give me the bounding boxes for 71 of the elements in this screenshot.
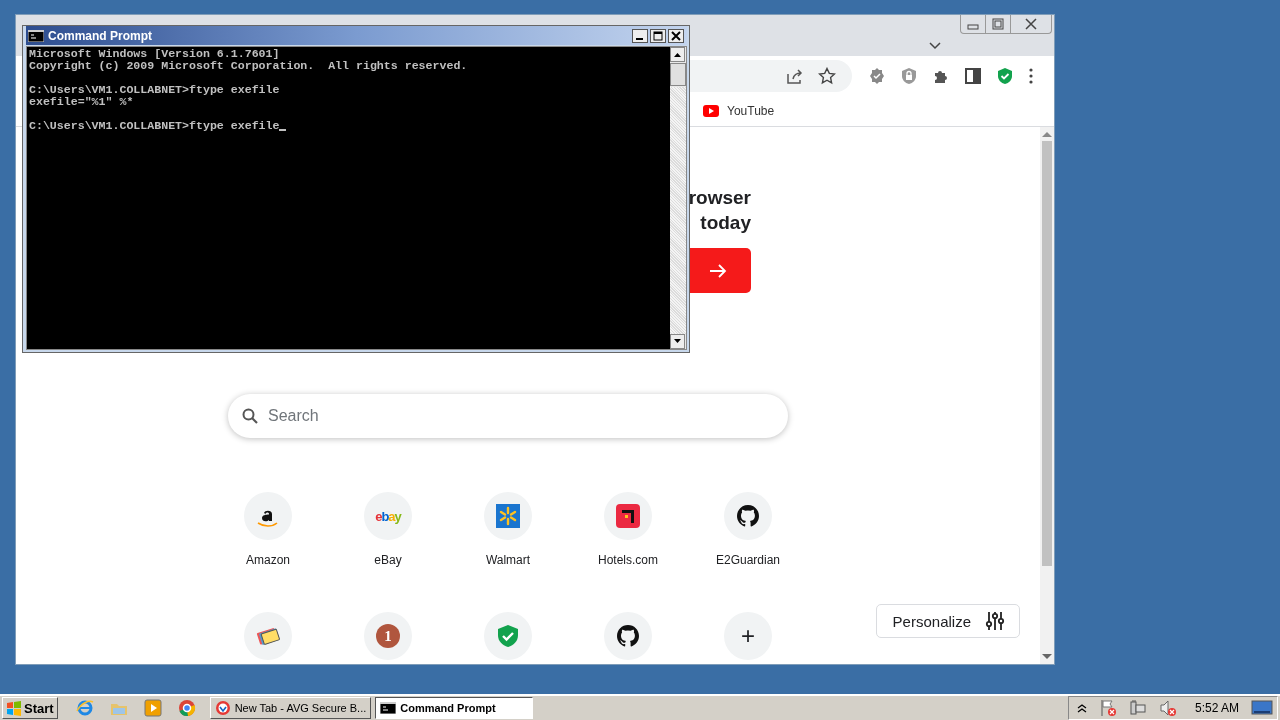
shield-lock-icon[interactable]	[900, 67, 918, 85]
start-button[interactable]: Start	[2, 697, 58, 719]
side-panel-icon[interactable]	[964, 67, 982, 85]
scroll-thumb[interactable]	[670, 63, 686, 86]
scroll-thumb[interactable]	[1042, 141, 1052, 566]
shortcut-label: eBay	[374, 553, 402, 567]
windows-flag-icon	[6, 700, 22, 716]
scroll-up-icon[interactable]	[670, 47, 686, 62]
share-icon[interactable]	[786, 67, 804, 85]
console-line: C:\Users\VM1.COLLABNET>ftype exefile	[29, 120, 280, 132]
personalize-button[interactable]: Personalize	[875, 604, 1020, 638]
monitor-icon[interactable]	[1251, 699, 1273, 717]
shortcut-label: Walmart	[485, 553, 531, 567]
shortcut-label: Hotels.com	[598, 553, 658, 567]
scrollbar[interactable]	[670, 47, 686, 349]
bookmark-link[interactable]: YouTube	[703, 104, 775, 118]
chevron-down-icon[interactable]	[928, 41, 942, 51]
shortcut-button[interactable]: ebay	[364, 492, 412, 540]
console-line: Copyright (c) 2009 Microsoft Corporation. All rights reserved.	[29, 60, 468, 72]
play-icon[interactable]	[143, 699, 162, 717]
minimize-icon[interactable]	[632, 28, 648, 43]
star-icon[interactable]	[818, 67, 836, 85]
taskbar-button[interactable]: New Tab - AVG Secure B...	[209, 697, 372, 719]
address-bar[interactable]	[690, 60, 852, 92]
hotel-sign-icon	[616, 504, 640, 528]
ebay-logo: ebay	[375, 508, 401, 524]
text-cursor	[279, 129, 287, 131]
spark-icon	[496, 504, 520, 528]
console-line: exefile="%1" %*	[29, 96, 134, 108]
shortcut-button[interactable]	[244, 492, 292, 540]
menu-icon[interactable]	[1028, 67, 1034, 85]
promo-text: today	[700, 211, 751, 235]
badge-check-icon[interactable]	[868, 67, 886, 85]
window-title: Command Prompt	[48, 28, 153, 43]
search-icon	[242, 408, 258, 424]
shortcut-button[interactable]: +	[724, 612, 772, 660]
globe-e-icon[interactable]	[75, 699, 94, 717]
promo-button[interactable]	[690, 248, 751, 293]
scrollbar[interactable]	[1040, 127, 1054, 664]
coin-icon: 1	[376, 624, 400, 648]
console-icon	[28, 29, 44, 42]
flag-error-icon[interactable]	[1098, 699, 1117, 717]
scroll-down-icon[interactable]	[670, 334, 686, 349]
shield-circle-icon	[214, 700, 231, 716]
shortcut-label: Amazon	[246, 553, 290, 567]
cat-silhouette-icon	[616, 624, 640, 648]
shortcut-button[interactable]	[604, 612, 652, 660]
promo-text: rowser	[688, 186, 751, 210]
search-field[interactable]: Search	[228, 394, 788, 438]
shield-check-icon[interactable]	[996, 67, 1014, 85]
shortcut-button[interactable]	[724, 492, 772, 540]
shortcut-button[interactable]: 1	[364, 612, 412, 660]
maximize-icon[interactable]	[650, 28, 666, 43]
colored-circle-icon[interactable]	[177, 699, 196, 717]
chevron-up-icon[interactable]	[1076, 703, 1087, 713]
speaker-muted-icon[interactable]	[1158, 699, 1177, 717]
sliders-icon	[985, 611, 1005, 631]
network-icon[interactable]	[1128, 699, 1147, 717]
taskbar-button[interactable]: Command Prompt	[375, 697, 534, 719]
cat-silhouette-icon	[736, 504, 760, 528]
shortcut-label: E2Guardian	[715, 553, 780, 567]
console-icon	[380, 702, 397, 714]
console-line: C:\Users\VM1.COLLABNET>ftype exefile	[29, 84, 280, 96]
plus-icon: +	[741, 624, 755, 648]
shield-check-icon	[496, 624, 520, 648]
play-icon	[703, 105, 719, 117]
arrow-right-icon	[709, 261, 727, 280]
clock-text: 5:52 AM	[1194, 701, 1239, 715]
console-line: Microsoft Windows [Version 6.1.7601]	[29, 48, 280, 60]
shortcut-button[interactable]	[604, 492, 652, 540]
close-icon[interactable]	[668, 28, 684, 43]
